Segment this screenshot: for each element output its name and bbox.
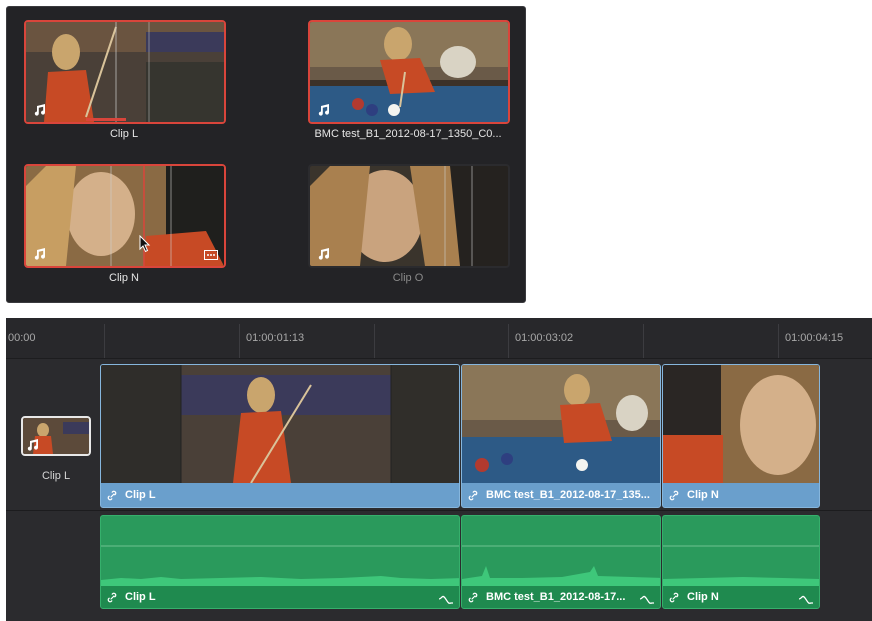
clip-thumbnail[interactable]	[308, 20, 510, 124]
music-note-icon	[34, 248, 46, 260]
clip-name: Clip L	[109, 128, 139, 140]
audio-fade-icon[interactable]	[439, 595, 453, 605]
clip-name: BMC test_B1_2012-08-17_1350_C0...	[314, 128, 502, 140]
media-pool-clip[interactable]: Clip L	[24, 20, 226, 140]
clip-thumbnail[interactable]	[24, 164, 226, 268]
clip-caption: Clip N	[663, 483, 819, 507]
timeline-video-clip[interactable]: Clip L	[100, 364, 460, 508]
timecode-label: 01:00:04:15	[785, 332, 844, 344]
clip-name: Clip L	[125, 591, 156, 603]
ruler-tick	[508, 324, 509, 358]
music-note-icon	[34, 104, 46, 116]
clip-thumbnail[interactable]	[24, 20, 226, 124]
timeline-audio-clip[interactable]: Clip L	[100, 515, 460, 609]
clip-name: Clip N	[109, 272, 139, 284]
clip-caption: Clip N	[663, 586, 819, 608]
audio-waveform	[663, 545, 819, 588]
audio-waveform	[101, 545, 459, 588]
timeline-audio-clip[interactable]: Clip N	[662, 515, 820, 609]
clip-name: BMC test_B1_2012-08-17_135...	[486, 489, 650, 501]
clip-caption: Clip L	[101, 586, 459, 608]
ruler-tick	[374, 324, 375, 358]
timeline-video-clip[interactable]: Clip N	[662, 364, 820, 508]
timecode-label: 01:00:03:02	[515, 332, 574, 344]
audio-track: Clip L BMC test_B1_2012-08-17... Clip N	[6, 511, 872, 621]
clip-caption: BMC test_B1_2012-08-17...	[462, 586, 660, 608]
clip-l-filmstrip	[101, 365, 459, 483]
timecode-label: 01:00:01:13	[246, 332, 305, 344]
clip-name: Clip N	[687, 591, 719, 603]
track-clip-thumbnail[interactable]	[21, 416, 91, 456]
media-pool-clip[interactable]: Clip O	[308, 164, 510, 284]
clip-caption: Clip L	[101, 483, 459, 507]
media-pool-panel: Clip L BMC test_B1_2012-08-17_1350_C0...	[6, 6, 526, 303]
timecode-label: 00:00	[8, 332, 36, 344]
clip-name: BMC test_B1_2012-08-17...	[486, 591, 626, 603]
clip-name: Clip L	[125, 489, 156, 501]
track-clip-label: Clip L	[41, 470, 71, 482]
music-note-icon	[318, 248, 330, 260]
media-pool-clip[interactable]: Clip N	[24, 164, 226, 284]
clip-thumbnail[interactable]	[308, 164, 510, 268]
mouse-pointer-icon	[139, 235, 151, 253]
ruler-tick	[643, 324, 644, 358]
link-icon	[468, 592, 478, 602]
timeline-panel: 00:00 01:00:01:13 01:00:03:02 01:00:04:1…	[6, 318, 872, 621]
timeline-audio-clip[interactable]: BMC test_B1_2012-08-17...	[461, 515, 661, 609]
bmc-test-frame	[310, 22, 508, 122]
clip-l-frame	[26, 22, 224, 122]
media-pool-clip[interactable]: BMC test_B1_2012-08-17_1350_C0...	[308, 20, 510, 140]
ruler-tick	[239, 324, 240, 358]
timeline-video-clip[interactable]: BMC test_B1_2012-08-17_135...	[461, 364, 661, 508]
clip-caption: BMC test_B1_2012-08-17_135...	[462, 483, 660, 507]
timecode-ruler[interactable]: 00:00 01:00:01:13 01:00:03:02 01:00:04:1…	[6, 318, 872, 359]
bmc-filmstrip	[462, 365, 660, 483]
video-track: Clip L Clip L BMC test_B1_2012-08-17_135…	[6, 360, 872, 511]
music-note-icon	[318, 104, 330, 116]
clip-n-filmstrip	[663, 365, 819, 483]
ellipsis-icon[interactable]	[204, 250, 218, 260]
audio-fade-icon[interactable]	[799, 595, 813, 605]
audio-fade-icon[interactable]	[640, 595, 654, 605]
clip-name: Clip O	[392, 272, 424, 284]
music-note-icon	[27, 439, 39, 451]
clip-o-frame	[310, 166, 508, 266]
ruler-tick	[778, 324, 779, 358]
clip-name: Clip N	[687, 489, 719, 501]
audio-waveform	[462, 545, 660, 588]
ruler-tick	[104, 324, 105, 358]
link-icon	[669, 490, 679, 500]
link-icon	[468, 490, 478, 500]
link-icon	[107, 490, 117, 500]
clip-n-frame	[26, 166, 224, 266]
link-icon	[669, 592, 679, 602]
link-icon	[107, 592, 117, 602]
